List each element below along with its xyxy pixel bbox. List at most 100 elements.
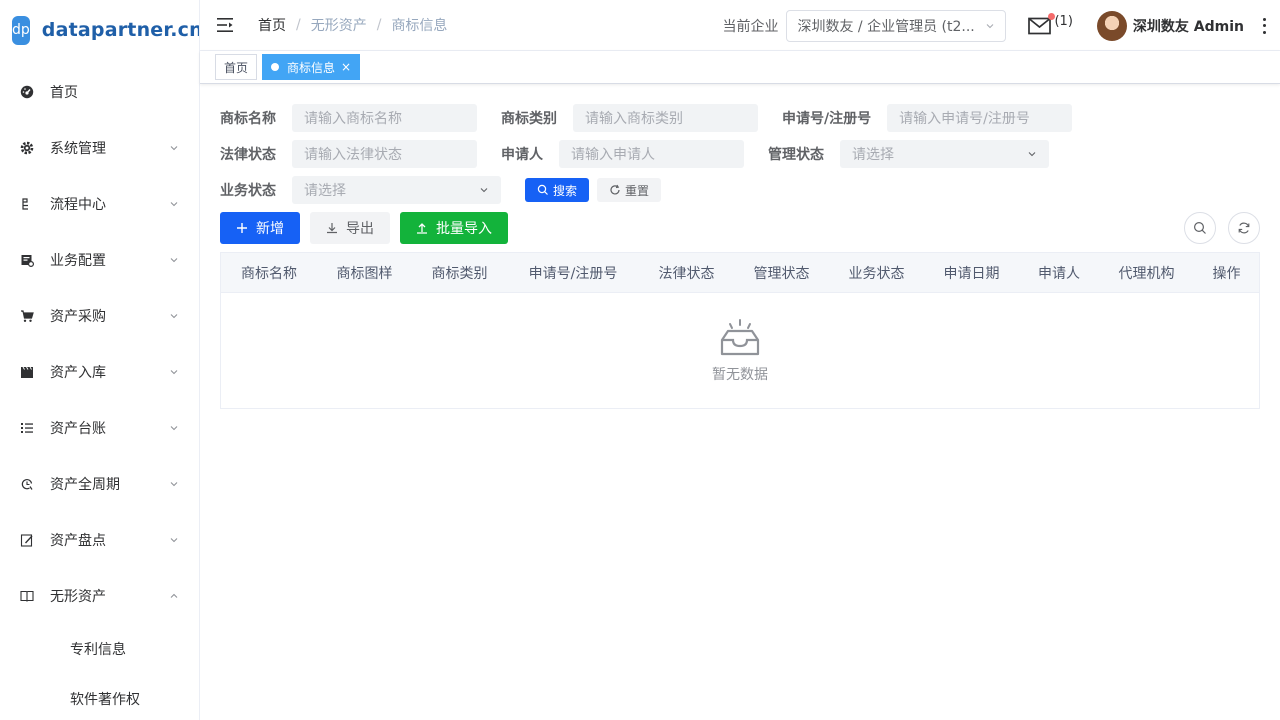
sidebar-item-label: 首页: [50, 85, 78, 101]
batch-import-button-label: 批量导入: [436, 221, 492, 237]
sidebar-item-inventory[interactable]: 资产盘点: [0, 512, 199, 568]
trademark-name-input[interactable]: 请输入商标名称: [292, 104, 477, 132]
toggle-search-button[interactable]: [1184, 212, 1216, 244]
logo-badge: dp: [12, 15, 30, 45]
sidebar-item-label: 系统管理: [50, 141, 106, 157]
biz-status-label: 业务状态: [220, 183, 276, 199]
sidebar-item-biz-config[interactable]: 业务配置: [0, 232, 199, 288]
book-icon: [20, 589, 34, 603]
table-empty: 暂无数据: [221, 293, 1259, 408]
trademark-category-label: 商标类别: [501, 111, 557, 127]
column-header: 操作: [1212, 265, 1241, 282]
breadcrumb-item-intangible: 无形资产: [310, 18, 367, 34]
tag-trademark[interactable]: 商标信息 ×: [262, 54, 361, 80]
refresh-icon: [1238, 222, 1250, 234]
refresh-icon: [610, 184, 620, 195]
add-button-label: 新增: [256, 221, 284, 237]
applicant-label: 申请人: [501, 147, 543, 163]
legal-status-input[interactable]: 请输入法律状态: [292, 140, 477, 168]
legal-status-label: 法律状态: [220, 147, 276, 163]
list-icon: [20, 421, 34, 435]
main-content: 商标名称 请输入商标名称 商标类别 请输入商标类别 申请号/注册号 请输入申请号…: [220, 100, 1260, 409]
sidebar-subitem-software-copyright[interactable]: 软件著作权: [0, 674, 199, 720]
chevron-up-icon: [170, 593, 178, 598]
toolbar-right: [1184, 212, 1260, 244]
sidebar: dp datapartner.cn 首页 系统管理 流程中心 业务配置 资产采购…: [0, 0, 200, 720]
trademark-category-input[interactable]: 请输入商标类别: [573, 104, 758, 132]
chevron-down-icon: [170, 146, 178, 151]
user-name[interactable]: 深圳数友 Admin: [1133, 16, 1244, 36]
column-header: 法律状态: [658, 265, 715, 282]
cart-icon: [20, 309, 34, 323]
sidebar-item-home[interactable]: 首页: [0, 64, 199, 120]
sidebar-item-label: 无形资产: [50, 589, 106, 605]
search-row-3: 业务状态 请选择 搜索 重置: [220, 172, 1260, 208]
empty-text: 暂无数据: [712, 366, 768, 383]
sidebar-item-inbound[interactable]: 资产入库: [0, 344, 199, 400]
tag-home[interactable]: 首页: [215, 54, 258, 80]
header-right: 当前企业 深圳数友 / 企业管理员 (t2... (1) 深圳数友 Admin: [722, 0, 1280, 51]
plus-icon: [236, 222, 248, 234]
sidebar-subitem-patent[interactable]: 专利信息: [0, 624, 199, 674]
sidebar-item-ledger[interactable]: 资产台账: [0, 400, 199, 456]
biz-status-select[interactable]: 请选择: [292, 176, 501, 204]
column-header: 商标类别: [431, 265, 488, 282]
sidebar-item-label: 业务配置: [50, 253, 106, 269]
menu-fold-icon[interactable]: [216, 16, 234, 34]
column-header: 业务状态: [848, 265, 905, 282]
export-button[interactable]: 导出: [310, 212, 390, 244]
sidebar-item-intangible[interactable]: 无形资产: [0, 568, 199, 624]
chevron-down-icon: [170, 202, 178, 207]
upload-icon: [416, 222, 428, 234]
column-header: 申请号/注册号: [528, 265, 618, 282]
breadcrumb-separator: /: [376, 17, 382, 33]
sidebar-item-system[interactable]: 系统管理: [0, 120, 199, 176]
tag-label: 商标信息: [287, 60, 336, 75]
company-select-value: 深圳数友 / 企业管理员 (t2...: [797, 18, 975, 35]
biz-status-placeholder: 请选择: [304, 183, 346, 199]
chevron-down-icon: [1028, 152, 1036, 157]
more-icon[interactable]: [1256, 17, 1272, 35]
column-header: 代理机构: [1118, 265, 1175, 282]
chevron-down-icon: [170, 426, 178, 431]
sidebar-item-lifecycle[interactable]: 资产全周期: [0, 456, 199, 512]
search-row-1: 商标名称 请输入商标名称 商标类别 请输入商标类别 申请号/注册号 请输入申请号…: [220, 100, 1260, 136]
breadcrumb-item-home[interactable]: 首页: [258, 15, 286, 35]
sidebar-item-label: 资产入库: [50, 365, 106, 381]
active-dot-icon: [271, 63, 280, 71]
tag-label: 首页: [224, 60, 249, 75]
mgmt-status-select[interactable]: 请选择: [840, 140, 1049, 168]
column-header: 商标图样: [336, 265, 393, 282]
mail-count: (1): [1054, 14, 1073, 29]
sidebar-item-procurement[interactable]: 资产采购: [0, 288, 199, 344]
search-button[interactable]: 搜索: [525, 178, 590, 202]
mgmt-status-label: 管理状态: [768, 147, 824, 163]
avatar[interactable]: [1096, 10, 1127, 41]
trademark-name-label: 商标名称: [220, 111, 276, 127]
gear-icon: [20, 141, 34, 155]
mgmt-status-placeholder: 请选择: [852, 147, 894, 163]
breadcrumb-separator: /: [296, 17, 301, 33]
batch-import-button[interactable]: 批量导入: [400, 212, 508, 244]
sidebar-item-label: 资产采购: [50, 309, 106, 325]
applicant-input[interactable]: 请输入申请人: [559, 140, 744, 168]
breadcrumb: 首页 / 无形资产 / 商标信息: [258, 15, 447, 35]
table-toolbar: 新增 导出 批量导入: [220, 212, 1260, 244]
empty-inbox-icon: [720, 318, 760, 355]
search-icon: [1193, 221, 1206, 234]
app-reg-no-input[interactable]: 请输入申请号/注册号: [887, 104, 1073, 132]
mail-button[interactable]: (1): [1028, 12, 1073, 35]
config-icon: [20, 253, 34, 267]
company-select[interactable]: 深圳数友 / 企业管理员 (t2...: [786, 9, 1007, 42]
close-icon[interactable]: ×: [341, 60, 351, 74]
sidebar-item-process[interactable]: 流程中心: [0, 176, 199, 232]
edit-icon: [20, 533, 34, 547]
sidebar-item-label: 流程中心: [50, 197, 106, 213]
app: dp datapartner.cn 首页 系统管理 流程中心 业务配置 资产采购…: [0, 0, 1280, 720]
add-button[interactable]: 新增: [220, 212, 300, 244]
export-button-label: 导出: [346, 221, 374, 237]
refresh-button[interactable]: [1228, 212, 1260, 244]
logo[interactable]: dp datapartner.cn: [0, 0, 199, 60]
reset-button[interactable]: 重置: [597, 178, 662, 202]
sidebar-item-label: 资产台账: [50, 421, 106, 437]
